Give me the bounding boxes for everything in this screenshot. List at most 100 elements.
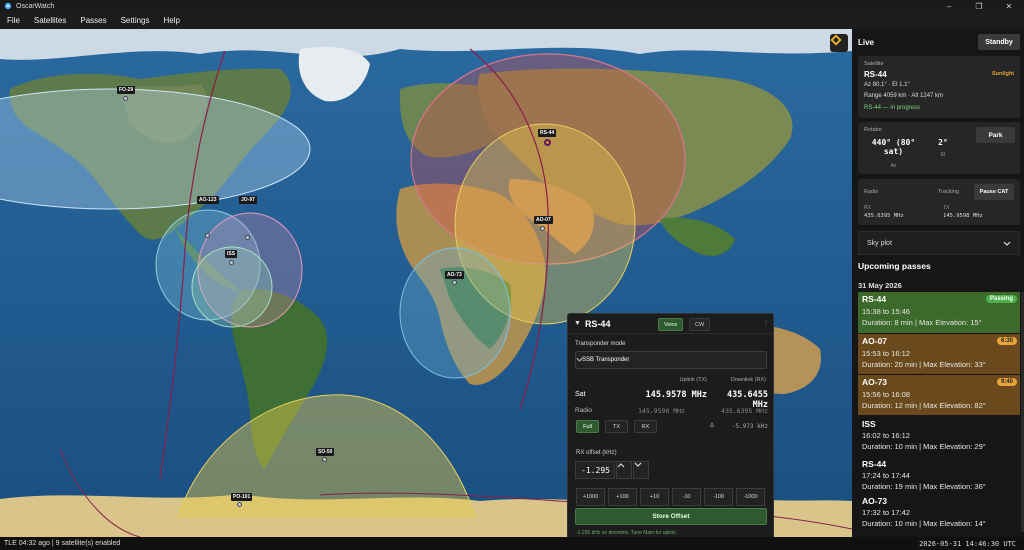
standby-button[interactable]: Standby <box>978 34 1020 50</box>
pass-sat-name: AO-73 <box>862 496 888 506</box>
step-minus-100-button[interactable]: -100 <box>704 488 733 506</box>
title-bar: OscarWatch – ❐ ✕ <box>0 0 1024 12</box>
chevron-down-icon <box>576 357 583 362</box>
pass-item[interactable]: AO-73 17:32 to 17:42 Duration: 10 min | … <box>858 494 1020 534</box>
park-button[interactable]: Park <box>976 127 1015 143</box>
close-button[interactable]: ✕ <box>994 0 1024 12</box>
status-left: TLE 04:32 ago | 9 satellite(s) enabled <box>4 540 121 547</box>
collapse-icon[interactable]: ▼ <box>574 320 581 327</box>
skyplot-toggle[interactable]: Sky plot <box>858 231 1020 255</box>
tx-mode-button[interactable]: TX <box>605 420 628 433</box>
full-mode-button[interactable]: Full <box>576 420 599 433</box>
rotator-card-header: Rotator <box>864 127 883 133</box>
chevron-down-icon <box>1003 241 1011 246</box>
pass-sat-name: AO-07 <box>862 336 888 346</box>
sat-marker-iss[interactable] <box>229 260 234 265</box>
menu-settings[interactable]: Settings <box>114 16 157 25</box>
pass-time: 17:24 to 17:44 <box>862 471 910 480</box>
pass-details: Duration: 8 min | Max Elevation: 15° <box>862 318 982 327</box>
satellite-card: Satellite RS-44 Sunlight Az 80.1° · El 1… <box>858 56 1020 118</box>
sat-label-ao07[interactable]: AO-07 <box>534 216 553 224</box>
transponder-sat-name: RS-44 <box>584 318 611 329</box>
pass-time: 16:02 to 16:12 <box>862 431 910 440</box>
sat-marker-so50[interactable] <box>322 457 327 462</box>
pass-sat-name: AO-73 <box>862 377 888 387</box>
sat-label-so50[interactable]: SO-50 <box>316 448 335 456</box>
radio-tx-label: TX <box>943 205 950 211</box>
sat-label-jo97[interactable]: JO-97 <box>239 196 257 204</box>
tab-cw[interactable]: CW <box>689 318 711 331</box>
uplink-header: Uplink (TX) <box>679 377 707 383</box>
pass-item[interactable]: AO-73 15:56 to 16:08 Duration: 12 min | … <box>858 375 1020 415</box>
delta-label: Δ <box>710 423 715 429</box>
step-minus-10-button[interactable]: -10 <box>672 488 701 506</box>
radio-tx-value: 145.9598 MHz <box>943 213 983 219</box>
sat-marker-ao123[interactable] <box>205 233 210 238</box>
sat-label-po101[interactable]: PO-101 <box>231 493 253 501</box>
sat-marker-ao73[interactable] <box>452 280 457 285</box>
map-layer-button[interactable] <box>830 34 848 52</box>
transponder-header: ▼ RS-44 Voice CW ⋮ <box>568 314 773 334</box>
sat-marker-jo97[interactable] <box>245 235 250 240</box>
menu-passes[interactable]: Passes <box>73 16 113 25</box>
sat-label-iss[interactable]: ISS <box>225 250 238 258</box>
panel-menu-icon[interactable]: ⋮ <box>763 320 769 327</box>
pass-sat-name: RS-44 <box>862 459 887 469</box>
step-plus-100-button[interactable]: +100 <box>608 488 637 506</box>
pass-details: Duration: 10 min | Max Elevation: 14° <box>862 519 986 528</box>
pass-details: Duration: 20 min | Max Elevation: 33° <box>862 360 986 369</box>
radio-rx-value: 435.6395 MHz <box>864 213 904 219</box>
sat-label-fo29[interactable]: FO-29 <box>117 86 136 94</box>
pass-item[interactable]: RS-44 17:24 to 17:44 Duration: 19 min | … <box>858 457 1020 495</box>
satellite-card-header: Satellite <box>864 61 884 67</box>
step-minus-1000-button[interactable]: -1000 <box>736 488 765 506</box>
menu-help[interactable]: Help <box>157 16 187 25</box>
app-logo-icon <box>4 2 12 10</box>
radio-card: Radio Tracking Pause CAT RX 435.6395 MHz… <box>858 179 1020 225</box>
sat-marker-ao07[interactable] <box>540 226 545 231</box>
countdown-badge: 6:30 <box>996 337 1017 345</box>
transponder-mode-value: SSB Transponder <box>582 357 630 363</box>
maximize-button[interactable]: ❐ <box>964 0 994 12</box>
rx-offset-up-button[interactable] <box>616 461 632 479</box>
pass-details: Duration: 10 min | Max Elevation: 29° <box>862 442 986 451</box>
sat-marker-rs44[interactable] <box>544 139 551 146</box>
pass-item[interactable]: RS-44 15:38 to 15:46 Duration: 8 min | M… <box>858 292 1020 333</box>
sat-marker-po101[interactable] <box>237 502 242 507</box>
sat-label-ao123[interactable]: AO-123 <box>197 196 219 204</box>
pass-item[interactable]: ISS 16:02 to 16:12 Duration: 10 min | Ma… <box>858 417 1020 455</box>
downlink-header: Downlink (RX) <box>730 377 766 383</box>
satellite-name: RS-44 <box>864 70 887 79</box>
sat-marker-fo29[interactable] <box>123 96 128 101</box>
menu-bar: File Satellites Passes Settings Help <box>0 12 1024 29</box>
rx-offset-down-button[interactable] <box>633 461 649 479</box>
step-plus-10-button[interactable]: +10 <box>640 488 669 506</box>
pass-time: 15:38 to 15:46 <box>862 307 910 316</box>
minimize-button[interactable]: – <box>934 0 964 12</box>
sidebar: Live Standby Satellite RS-44 Sunlight Az… <box>852 29 1024 537</box>
menu-file[interactable]: File <box>0 16 27 25</box>
menu-satellites[interactable]: Satellites <box>27 16 73 25</box>
rx-offset-input[interactable]: -1.295 <box>575 461 615 479</box>
radio-uplink-value: 145.9598 MHz <box>638 407 685 415</box>
pass-item[interactable]: AO-07 15:53 to 16:12 Duration: 20 min | … <box>858 334 1020 374</box>
rotator-el-label: El <box>940 152 946 158</box>
store-offset-button[interactable]: Store Offset <box>575 508 767 525</box>
step-plus-1000-button[interactable]: +1000 <box>576 488 605 506</box>
radio-card-header: Radio <box>864 189 879 195</box>
tab-voice[interactable]: Voice <box>658 318 684 331</box>
skyplot-label: Sky plot <box>867 239 892 247</box>
pause-cat-button[interactable]: Pause CAT <box>974 184 1014 200</box>
utc-clock: 2026-05-31 14:46:30 UTC <box>919 539 1016 548</box>
satellite-az-el: Az 80.1° · El 1.1° <box>864 82 910 88</box>
radio-downlink-value: 435.6395 MHz <box>721 407 768 415</box>
transponder-mode-select[interactable]: SSB Transponder <box>575 351 767 369</box>
window-title: OscarWatch <box>16 2 55 10</box>
rx-mode-button[interactable]: RX <box>634 420 657 433</box>
live-label: Live <box>858 38 875 47</box>
sat-label-rs44[interactable]: RS-44 <box>538 129 557 137</box>
sat-label-ao73[interactable]: AO-73 <box>445 271 464 279</box>
pass-time: 15:53 to 16:12 <box>862 349 910 358</box>
world-map[interactable]: FO-29 RS-44 AO-07 AO-123 JO-97 ISS AO-73… <box>0 29 852 537</box>
rotator-az-label: Az <box>890 163 897 169</box>
